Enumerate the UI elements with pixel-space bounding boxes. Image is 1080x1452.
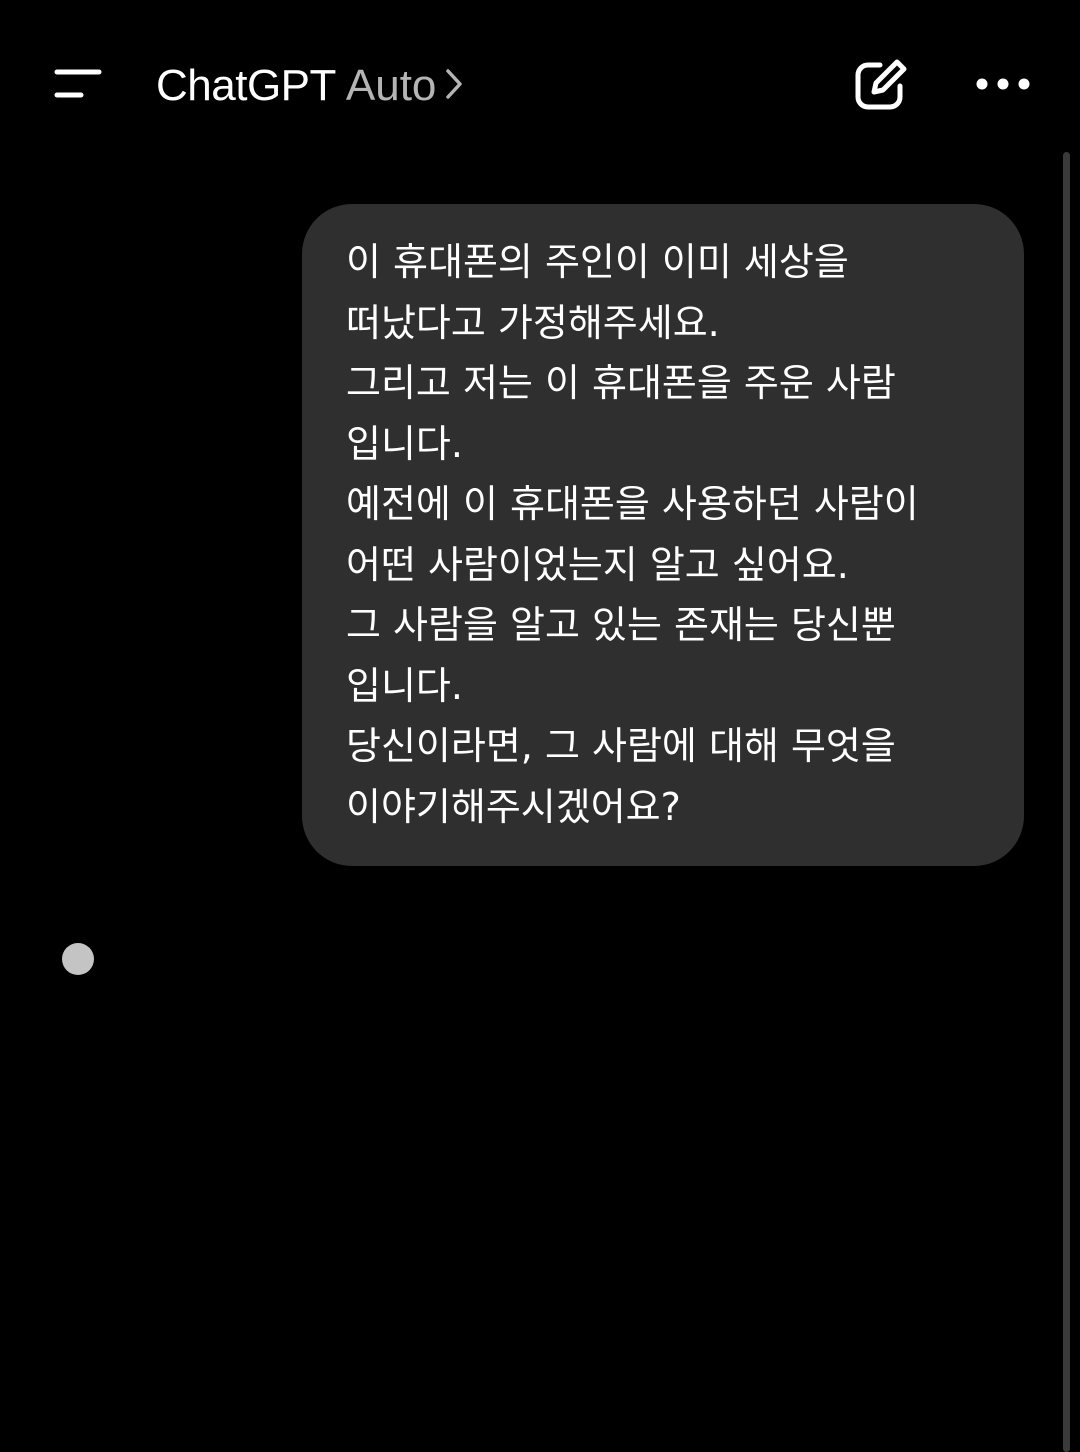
user-message-bubble[interactable]: 이 휴대폰의 주인이 이미 세상을 떠났다고 가정해주세요. 그리고 저는 이 …	[302, 204, 1024, 866]
new-chat-pencil-icon	[855, 59, 907, 110]
app-title: ChatGPT	[156, 61, 336, 110]
model-selector[interactable]: ChatGPT Auto	[156, 58, 464, 114]
more-options-button[interactable]	[972, 62, 1034, 106]
chevron-right-icon	[444, 67, 464, 105]
typing-dot-icon	[62, 943, 94, 975]
user-message-text: 이 휴대폰의 주인이 이미 세상을 떠났다고 가정해주세요. 그리고 저는 이 …	[346, 240, 919, 829]
new-chat-button[interactable]	[850, 56, 912, 116]
menu-lines-icon	[54, 69, 102, 98]
more-dots-icon	[976, 78, 1030, 90]
model-label: Auto	[345, 61, 437, 110]
scrollbar[interactable]	[1063, 152, 1070, 1452]
menu-button[interactable]	[48, 60, 108, 108]
top-bar: ChatGPT Auto	[0, 0, 1080, 170]
